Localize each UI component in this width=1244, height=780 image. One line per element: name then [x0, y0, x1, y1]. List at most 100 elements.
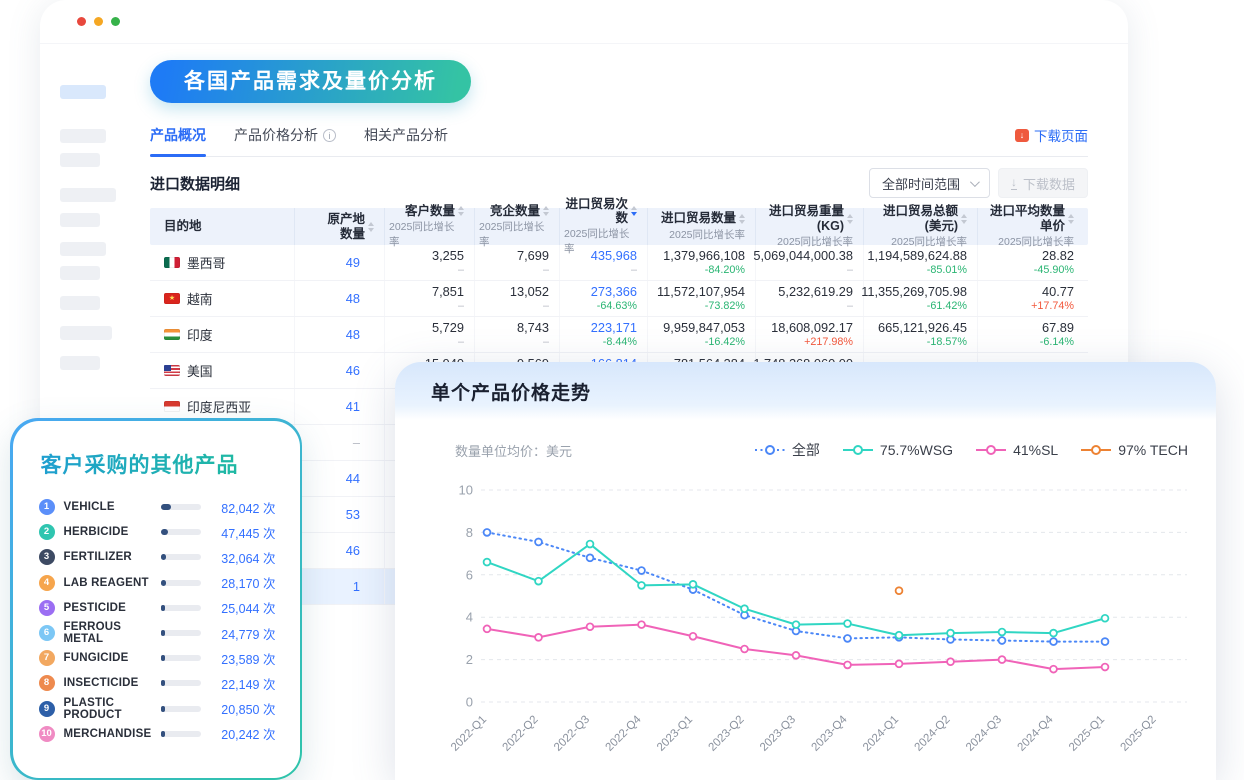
data-point[interactable]	[587, 623, 594, 630]
legend-item[interactable]: 97% TECH	[1080, 442, 1188, 458]
tab-3[interactable]: 相关产品分析	[364, 125, 448, 145]
origin-count-value[interactable]: 48	[346, 327, 360, 342]
sort-carets-icon[interactable]	[739, 214, 745, 224]
product-list-item[interactable]: 8INSECTICIDE22,149 次	[39, 671, 276, 696]
data-point[interactable]	[484, 559, 491, 566]
trade-count-link[interactable]: 273,366	[591, 284, 637, 300]
sort-carets-icon[interactable]	[543, 206, 549, 216]
sort-carets-icon[interactable]	[368, 222, 374, 232]
data-point[interactable]	[638, 582, 645, 589]
product-list-item[interactable]: 10MERCHANDISE20,242 次	[39, 721, 276, 746]
data-point[interactable]	[1102, 638, 1109, 645]
sort-carets-icon[interactable]	[631, 206, 637, 216]
column-header-6[interactable]: 进口贸易数量2025同比增长率	[648, 208, 756, 245]
data-point[interactable]	[484, 625, 491, 632]
trade-count-link[interactable]: 223,171	[591, 320, 637, 336]
data-point[interactable]	[793, 621, 800, 628]
download-page-icon: ↓	[1015, 129, 1029, 142]
data-point[interactable]	[896, 660, 903, 667]
cell-value: 40.77	[1042, 284, 1074, 300]
product-list-item[interactable]: 4LAB REAGENT28,170 次	[39, 570, 276, 595]
data-point[interactable]	[690, 633, 697, 640]
column-header-3[interactable]: 客户数量2025同比增长率	[385, 208, 475, 245]
minimize-window-icon[interactable]	[94, 17, 103, 26]
data-point[interactable]	[638, 567, 645, 574]
product-list-item[interactable]: 1VEHICLE82,042 次	[39, 495, 276, 520]
growth-value: -64.63%	[597, 300, 637, 313]
close-window-icon[interactable]	[77, 17, 86, 26]
origin-count-cell: 49	[295, 245, 385, 280]
growth-value: -45.90%	[1034, 264, 1074, 277]
trade-count-link[interactable]: 435,968	[591, 248, 637, 264]
product-list-item[interactable]: 5PESTICIDE25,044 次	[39, 595, 276, 620]
data-point[interactable]	[484, 529, 491, 536]
data-point[interactable]	[844, 620, 851, 627]
legend-item[interactable]: 全部	[754, 440, 820, 460]
sort-carets-icon[interactable]	[847, 214, 853, 224]
sort-carets-icon[interactable]	[1068, 214, 1074, 224]
legend-item[interactable]: 41%SL	[975, 442, 1058, 458]
product-list-item[interactable]: 2HERBICIDE47,445 次	[39, 520, 276, 545]
tab-label: 产品价格分析	[234, 125, 318, 145]
product-list-item[interactable]: 6FERROUS METAL24,779 次	[39, 620, 276, 645]
origin-count-value[interactable]: 49	[346, 255, 360, 270]
product-list-item[interactable]: 7FUNGICIDE23,589 次	[39, 646, 276, 671]
data-point[interactable]	[844, 635, 851, 642]
cell-value: 5,729	[432, 320, 464, 336]
data-point[interactable]	[1102, 615, 1109, 622]
legend-item[interactable]: 75.7%WSG	[842, 442, 953, 458]
product-list-item[interactable]: 9PLASTIC PRODUCT20,850 次	[39, 696, 276, 721]
column-header-4[interactable]: 竞企数量2025同比增长率	[475, 208, 560, 245]
column-header-9[interactable]: 进口平均数量单价2025同比增长率	[978, 208, 1084, 245]
product-list-item[interactable]: 3FERTILIZER32,064 次	[39, 545, 276, 570]
data-point[interactable]	[1050, 638, 1057, 645]
tab-2[interactable]: 产品价格分析 i	[234, 125, 336, 145]
sidebar-skeleton-bar	[60, 153, 100, 167]
sort-carets-icon[interactable]	[961, 214, 967, 224]
download-page-button[interactable]: ↓下载页面	[1015, 125, 1088, 145]
origin-count-value[interactable]: 48	[346, 291, 360, 306]
sort-carets-icon[interactable]	[458, 206, 464, 216]
data-point[interactable]	[741, 605, 748, 612]
data-point[interactable]	[793, 652, 800, 659]
data-point[interactable]	[947, 630, 954, 637]
origin-count-value[interactable]: 46	[346, 363, 360, 378]
data-point[interactable]	[638, 621, 645, 628]
data-cell: 3,255–	[385, 245, 475, 280]
data-point[interactable]	[587, 554, 594, 561]
data-point[interactable]	[999, 656, 1006, 663]
column-header-8[interactable]: 进口贸易总额(美元)2025同比增长率	[864, 208, 978, 245]
origin-count-value[interactable]: 41	[346, 399, 360, 414]
download-data-button[interactable]: ↓ 下载数据	[998, 168, 1088, 198]
data-point[interactable]	[1050, 666, 1057, 673]
x-axis-tick-label: 2024-Q1	[861, 714, 901, 754]
data-point[interactable]	[535, 634, 542, 641]
data-point[interactable]	[1102, 664, 1109, 671]
column-header-7[interactable]: 进口贸易重量(KG)2025同比增长率	[756, 208, 864, 245]
data-point[interactable]	[741, 646, 748, 653]
origin-count-value[interactable]: 1	[353, 579, 360, 594]
data-point[interactable]	[535, 578, 542, 585]
data-point[interactable]	[947, 658, 954, 665]
info-icon[interactable]: i	[323, 129, 336, 142]
time-range-select[interactable]: 全部时间范围	[869, 168, 990, 198]
data-point[interactable]	[999, 637, 1006, 644]
column-header-2[interactable]: 原产地 数量	[295, 208, 385, 245]
data-point[interactable]	[999, 629, 1006, 636]
column-header-5[interactable]: 进口贸易次数2025同比增长率	[560, 208, 648, 245]
data-point[interactable]	[587, 541, 594, 548]
origin-count-value[interactable]: 44	[346, 471, 360, 486]
origin-count-value[interactable]: 53	[346, 507, 360, 522]
data-point[interactable]	[535, 539, 542, 546]
growth-value: –	[458, 300, 464, 313]
data-point[interactable]	[896, 587, 903, 594]
tab-1[interactable]: 产品概况	[150, 125, 206, 145]
maximize-window-icon[interactable]	[111, 17, 120, 26]
growth-value: -6.14%	[1040, 336, 1074, 349]
data-point[interactable]	[844, 662, 851, 669]
origin-count-value[interactable]: 46	[346, 543, 360, 558]
data-point[interactable]	[896, 632, 903, 639]
data-cell: 665,121,926.45-18.57%	[864, 317, 978, 352]
data-point[interactable]	[690, 581, 697, 588]
data-point[interactable]	[1050, 630, 1057, 637]
